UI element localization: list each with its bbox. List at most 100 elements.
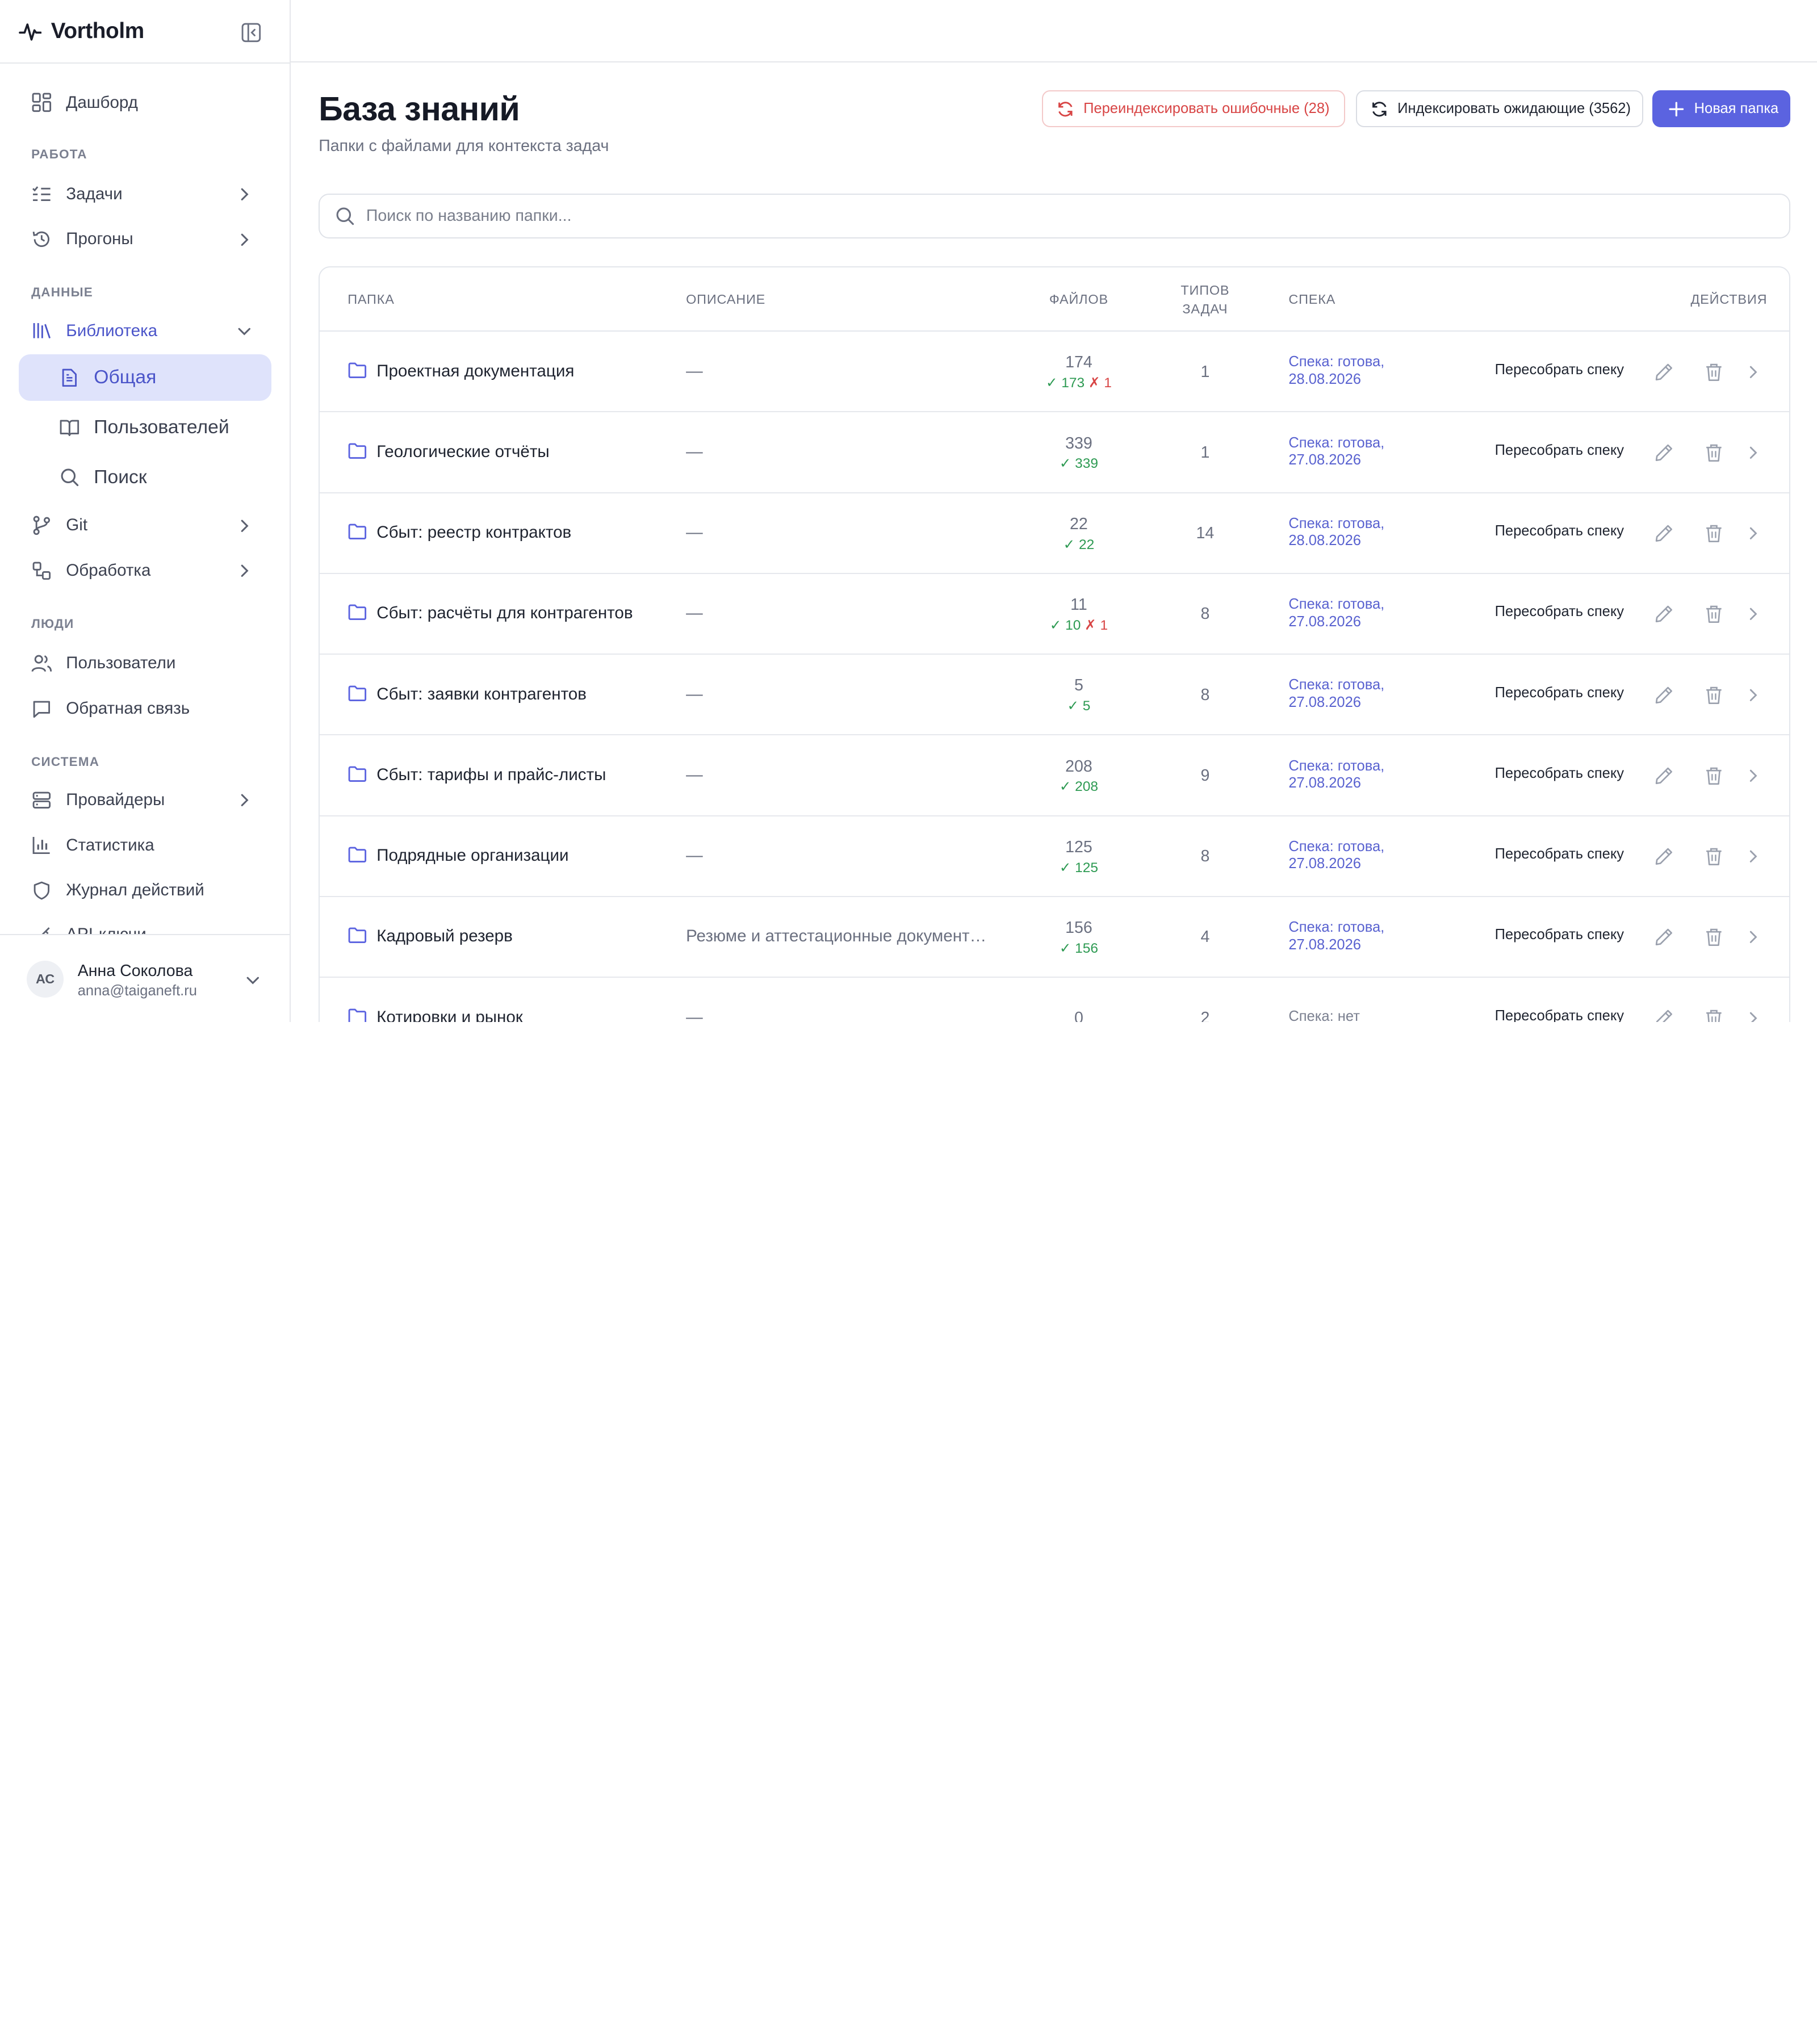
new-folder-label: Новая папка — [1694, 100, 1779, 117]
rebuild-spec-button[interactable]: Пересобрать спеку — [1495, 765, 1624, 782]
delete-trash-icon[interactable] — [1703, 362, 1724, 383]
edit-pencil-icon[interactable] — [1653, 362, 1674, 383]
folder-description: — — [686, 604, 703, 623]
rebuild-spec-button[interactable]: Пересобрать спеку — [1495, 1008, 1624, 1022]
table-row[interactable]: Кадровый резерв Резюме и аттестационные д… — [320, 897, 1790, 978]
sidebar-subitem-general[interactable]: Общая — [18, 354, 271, 401]
sidebar-item-statistics[interactable]: Статистика — [19, 823, 271, 868]
table-row[interactable]: Сбыт: тарифы и прайс-листы — 208 ✓ 208 9 Спек… — [320, 735, 1790, 816]
spec-date: 27.08.2026 — [1288, 775, 1361, 791]
files-status: ✓ 339 — [998, 455, 1160, 472]
folder-name[interactable]: Проектная документация — [376, 362, 574, 381]
sidebar-item-processing[interactable]: Обработка — [19, 548, 271, 593]
edit-pencil-icon[interactable] — [1653, 685, 1674, 706]
sidebar-item-users[interactable]: Пользователи — [19, 641, 271, 686]
delete-trash-icon[interactable] — [1703, 685, 1724, 706]
folder-name[interactable]: Сбыт: тарифы и прайс-листы — [376, 765, 606, 785]
rebuild-spec-button[interactable]: Пересобрать спеку — [1495, 604, 1624, 620]
folder-name[interactable]: Сбыт: расчёты для контрагентов — [376, 604, 633, 623]
table-row[interactable]: Проектная документация — 174 ✓ 173 ✗ 1 1 Спек… — [320, 332, 1790, 413]
edit-pencil-icon[interactable] — [1653, 765, 1674, 786]
chevron-right-icon[interactable] — [1743, 685, 1764, 706]
sidebar-item-label: Задачи — [66, 184, 123, 203]
sidebar-item-git[interactable]: Git — [19, 503, 271, 548]
key-icon — [31, 925, 52, 934]
spec-date: 27.08.2026 — [1288, 694, 1361, 710]
rebuild-spec-button[interactable]: Пересобрать спеку — [1495, 442, 1624, 459]
delete-trash-icon[interactable] — [1703, 1008, 1724, 1022]
rebuild-spec-button[interactable]: Пересобрать спеку — [1495, 523, 1624, 539]
sidebar-item-dashboard[interactable]: Дашборд — [19, 80, 271, 125]
delete-trash-icon[interactable] — [1703, 604, 1724, 625]
sidebar-item-library[interactable]: Библиотека — [19, 308, 271, 354]
sidebar-subitem-search[interactable]: Поиск — [19, 454, 271, 501]
folder-name[interactable]: Сбыт: реестр контрактов — [376, 523, 571, 542]
rebuild-spec-button[interactable]: Пересобрать спеку — [1495, 927, 1624, 943]
files-ok-count: ✓ 156 — [1059, 940, 1098, 956]
spec-status-text: Спека: готова, — [1288, 515, 1385, 531]
users-icon — [31, 653, 52, 674]
rebuild-spec-button[interactable]: Пересобрать спеку — [1495, 685, 1624, 701]
delete-trash-icon[interactable] — [1703, 442, 1724, 463]
edit-pencil-icon[interactable] — [1653, 523, 1674, 544]
chevron-right-icon — [236, 791, 253, 808]
edit-pencil-icon[interactable] — [1653, 846, 1674, 867]
index-pending-button[interactable]: Индексировать ожидающие (3562) — [1355, 90, 1643, 128]
delete-trash-icon[interactable] — [1703, 927, 1724, 948]
edit-pencil-icon[interactable] — [1653, 604, 1674, 625]
table-row[interactable]: Сбыт: расчёты для контрагентов — 11 ✓ 10 ✗ … — [320, 573, 1790, 655]
files-ok-count: ✓ 173 — [1045, 375, 1085, 391]
delete-trash-icon[interactable] — [1703, 765, 1724, 786]
sidebar-item-label: Провайдеры — [66, 790, 165, 810]
reindex-failed-button[interactable]: Переиндексировать ошибочные (28) — [1041, 90, 1346, 128]
folder-name[interactable]: Сбыт: заявки контрагентов — [376, 685, 587, 704]
sidebar-item-feedback[interactable]: Обратная связь — [19, 686, 271, 731]
chevron-right-icon[interactable] — [1743, 523, 1764, 544]
rebuild-spec-button[interactable]: Пересобрать спеку — [1495, 362, 1624, 378]
user-menu[interactable]: АС Анна Соколова anna@taiganeft.ru — [0, 933, 290, 1022]
delete-trash-icon[interactable] — [1703, 523, 1724, 544]
edit-pencil-icon[interactable] — [1653, 1008, 1674, 1022]
chevron-right-icon[interactable] — [1743, 927, 1764, 948]
chevron-right-icon[interactable] — [1743, 765, 1764, 786]
table-row[interactable]: Геологические отчёты — 339 ✓ 339 1 Спека: гот… — [320, 412, 1790, 493]
sidebar-item-runs[interactable]: Прогоны — [19, 217, 271, 262]
chevron-right-icon[interactable] — [1743, 604, 1764, 625]
edit-pencil-icon[interactable] — [1653, 927, 1674, 948]
folder-icon — [348, 846, 367, 864]
table-row[interactable]: Сбыт: реестр контрактов — 22 ✓ 22 14 Спека: г… — [320, 493, 1790, 574]
delete-trash-icon[interactable] — [1703, 846, 1724, 867]
chevron-right-icon[interactable] — [1743, 1008, 1764, 1022]
new-folder-button[interactable]: Новая папка — [1652, 90, 1791, 128]
folder-name[interactable]: Геологические отчёты — [376, 442, 549, 462]
shield-icon — [31, 880, 52, 901]
collapse-sidebar-icon[interactable] — [241, 22, 262, 43]
folder-icon — [348, 1008, 367, 1022]
sidebar-item-tasks[interactable]: Задачи — [19, 171, 271, 217]
sidebar-item-audit-log[interactable]: Журнал действий — [19, 868, 271, 914]
spec-date: 27.08.2026 — [1288, 856, 1361, 872]
folder-name[interactable]: Котировки и рынок — [376, 1008, 523, 1022]
chevron-right-icon[interactable] — [1743, 846, 1764, 867]
folder-description: — — [686, 523, 703, 542]
chevron-down-icon[interactable] — [245, 971, 261, 987]
table-row[interactable]: Сбыт: заявки контрагентов — 5 ✓ 5 8 Спека: го… — [320, 655, 1790, 736]
search-input[interactable] — [366, 207, 1757, 226]
folder-name[interactable]: Кадровый резерв — [376, 927, 513, 946]
header-spec: СПЕКА — [1288, 292, 1336, 307]
table-row[interactable]: Подрядные организации — 125 ✓ 125 8 Спека: го… — [320, 816, 1790, 897]
page-title: База знаний — [319, 90, 520, 128]
folder-icon — [348, 685, 367, 702]
sidebar-item-api-keys[interactable]: API-ключи — [19, 913, 271, 934]
sidebar-item-providers[interactable]: Провайдеры — [19, 777, 271, 823]
chevron-right-icon[interactable] — [1743, 362, 1764, 383]
sidebar-subitem-users-library[interactable]: Пользователей — [19, 404, 271, 451]
rebuild-spec-button[interactable]: Пересобрать спеку — [1495, 846, 1624, 862]
chevron-right-icon[interactable] — [1743, 442, 1764, 463]
table-row[interactable]: Котировки и рынок — 0 2 Спека: нет Пересобрат… — [320, 978, 1789, 1022]
chevron-right-icon — [236, 231, 253, 247]
edit-pencil-icon[interactable] — [1653, 442, 1674, 463]
header-files: ФАЙЛОВ — [1049, 292, 1108, 307]
bar-chart-icon — [31, 835, 52, 856]
folder-name[interactable]: Подрядные организации — [376, 846, 568, 865]
